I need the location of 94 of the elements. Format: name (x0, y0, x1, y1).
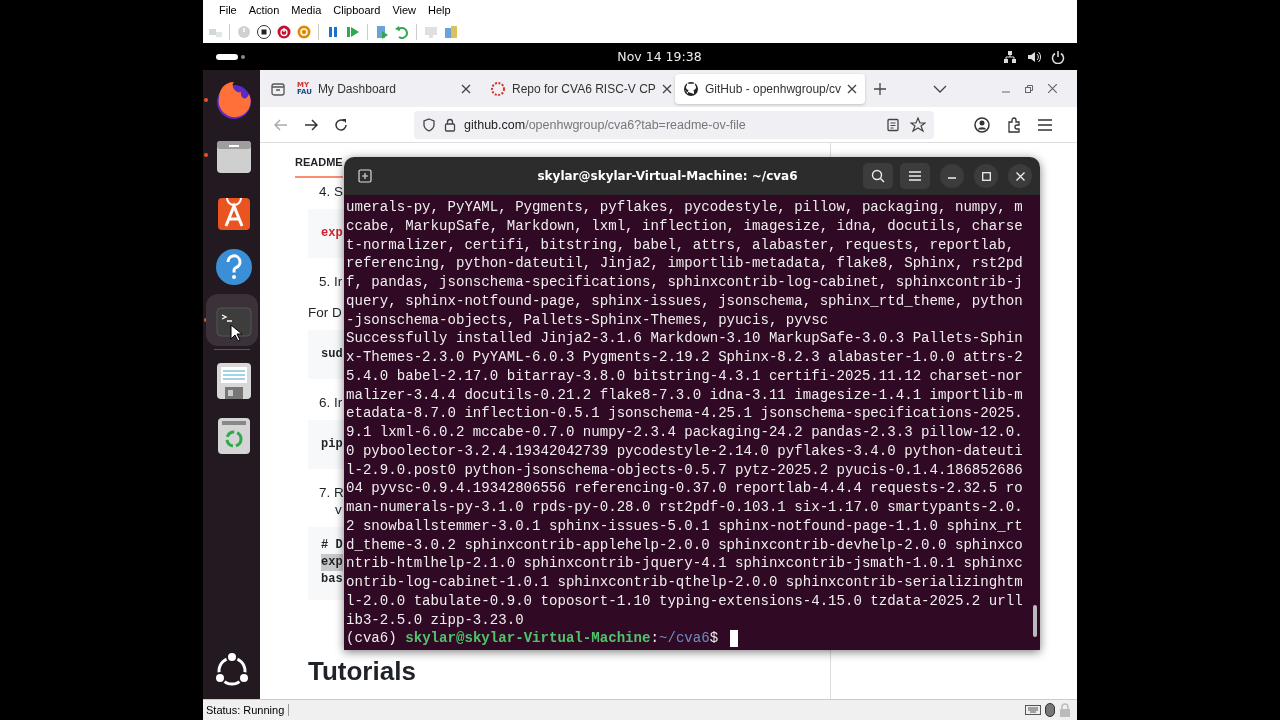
menu-item[interactable]: Action (242, 4, 286, 16)
terminal-line: ntrib-htmlhelp-2.1.0 sphinxcontrib-jquery-4.1 sphinxcontrib-jsmath-1.0.1 sphinxc (346, 554, 1023, 573)
terminal-line: l-2.0.0 tabulate-0.9.0 toposort-1.10 typing-extensions-4.15.0 tzdata-2025.2 urll (346, 591, 1023, 611)
menu-item[interactable]: Help (422, 4, 457, 16)
browser-tab[interactable]: Repo for CVA6 RISC-V CP (482, 73, 672, 104)
step-text: 6. Ir (319, 395, 343, 410)
code-line: sud (321, 346, 343, 363)
menu-button[interactable] (900, 163, 930, 189)
step-text: 4. S (319, 184, 343, 199)
tab-title: My Dashboard (317, 81, 397, 96)
menu-icon[interactable] (1038, 118, 1052, 131)
code-line: # D (321, 537, 343, 554)
readme-tab[interactable]: README (295, 156, 343, 178)
shield-icon (422, 117, 436, 132)
maximize-icon (981, 171, 991, 181)
url-text: github.com/openhwgroup/cva6?tab=readme-ov-file (464, 117, 747, 132)
stop-icon[interactable] (256, 23, 272, 40)
section-heading: Tutorials (308, 656, 416, 687)
maximize-button[interactable] (974, 164, 998, 188)
terminal-line: 04 pyvsc-0.9.4.19342806556 referencing-0.37.0 reportlab-4.4.4 requests-2.32.5 ro (346, 479, 1023, 498)
terminal-line: 5.4.0 babel-2.17.0 bitarray-3.8.0 bitstring-4.3.1 certifi-2025.11.12 charset-nor (346, 366, 1023, 386)
scrollbar[interactable] (1033, 605, 1037, 637)
terminal-line: d_theme-3.0.2 sphinxcontrib-applehelp-2.0.0 sphinxcontrib-devhelp-2.0.0 sphinxco (346, 535, 1023, 555)
volume-icon[interactable] (1027, 49, 1041, 64)
menu-item[interactable]: File (213, 4, 243, 16)
terminal-line: query, sphinx-notfound-page, sphinx-issues, jsonschema, sphinx_rtd_theme, python (346, 291, 1023, 311)
reload-icon[interactable] (334, 117, 348, 132)
terminal-prompt: (cva6) skylar@skylar-Virtual-Machine:~/cva6$ (346, 629, 720, 648)
search-button[interactable] (863, 163, 893, 189)
step-text: 5. Ir (319, 274, 343, 289)
menu-item[interactable]: View (386, 4, 423, 16)
network-icon[interactable] (1003, 49, 1017, 64)
terminal-line: 0 pyboolector-3.2.4.19342042739 pycodestyle-2.14.0 pyflakes-3.4.0 python-dateuti (346, 441, 1023, 461)
window-title: skylar@skylar-Virtual-Machine: ~/cva6 (536, 169, 799, 183)
code-line: bas (321, 571, 343, 588)
power-icon[interactable] (1051, 49, 1065, 64)
mouse-pointer-icon (229, 324, 242, 342)
extensions-icon[interactable] (1006, 116, 1022, 133)
text-cursor (730, 630, 738, 647)
terminal-line: t-normalizer, certifi, bitstring, babel, attrs, alabaster, requests, reportlab, (346, 235, 1015, 255)
tab-title: GitHub - openhwgroup/cv (705, 81, 842, 96)
terminal-line: ccabe, MarkupSafe, Markdown, lxml, inflection, imagesize, idna, docutils, charse (346, 216, 1023, 236)
close-icon[interactable] (461, 83, 471, 94)
restore-icon[interactable] (1025, 84, 1033, 93)
step-text: 7. R (319, 485, 344, 500)
chevron-down-icon[interactable] (933, 84, 947, 93)
terminal-line: x-Themes-2.3.0 PyYAML-6.0.3 Pygments-2.19.2 Sphinx-8.2.3 alabaster-1.0.0 attrs-2 (346, 348, 1023, 367)
close-icon (1015, 171, 1025, 181)
forward-arrow-icon[interactable] (304, 118, 318, 131)
code-line: pip (321, 436, 343, 453)
menu-item[interactable]: Clipboard (327, 4, 387, 16)
minimize-button[interactable] (940, 164, 964, 188)
terminal-line: 9.1 lxml-6.0.2 mccabe-0.7.0 numpy-2.3.4 packaging-24.2 pandas-2.3.3 pillow-12.0. (346, 423, 1023, 442)
save-state-icon[interactable] (296, 23, 312, 40)
tab-overview-icon[interactable] (270, 80, 286, 97)
paragraph-text: For D (308, 305, 342, 320)
checkpoint-icon[interactable] (374, 23, 390, 40)
menu-item[interactable]: Media (285, 4, 328, 16)
step-text: v (335, 502, 342, 517)
terminal-line: malizer-3.4.4 docutils-0.21.2 flake8-7.3.0 idna-3.11 imagesize-1.4.1 importlib-m (346, 385, 1023, 405)
new-tab-icon[interactable] (358, 169, 372, 183)
github-logo-icon (683, 80, 699, 97)
terminal-line: umerals-py, PyYAML, Pygments, pyflakes, pycodestyle, pillow, packaging, numpy, m (346, 198, 1023, 217)
terminal-line: 2 snowballstemmer-3.0.1 sphinx-issues-5.0.1 sphinx-notfound-page-1.1.0 sphinx_rt (346, 516, 1023, 536)
undo-icon[interactable] (394, 23, 410, 40)
address-bar[interactable]: github.com/openhwgroup/cva6?tab=readme-ov-file (414, 110, 934, 139)
code-line: exp (321, 225, 343, 242)
search-icon (871, 169, 885, 183)
reader-view-icon[interactable] (886, 117, 900, 132)
close-icon[interactable] (1048, 84, 1057, 93)
terminal-line: l-2.9.0.post0 python-jsonschema-objects-0.5.7 pytz-2025.2 pyucis-0.1.4.186852686 (346, 460, 1023, 480)
star-icon[interactable] (910, 116, 926, 133)
workspace-indicator-icon[interactable] (216, 52, 246, 61)
close-icon[interactable] (847, 83, 858, 94)
terminal-line: ontrib-log-cabinet-1.0.1 sphinxcontrib-qthelp-2.0.0 sphinxcontrib-serializinghtm (346, 573, 1023, 592)
terminal-line: etadata-8.7.0 inflection-0.5.1 jsonschema-4.25.1 jsonschema-specifications-2025. (346, 404, 1023, 423)
tab-title: Repo for CVA6 RISC-V CP (512, 81, 656, 96)
terminal-line: f, pandas, jsonschema-specifications, sphinxcontrib-log-cabinet, sphinxcontrib-j (346, 273, 1023, 292)
lock-icon (1059, 703, 1071, 717)
mouse-icon (1045, 703, 1055, 717)
menu-icon (909, 171, 921, 181)
terminal-line: man-numerals-py-3.1.0 rpds-py-0.28.0 rst2pdf-0.103.1 six-1.17.0 smartypants-2.0. (346, 498, 1023, 517)
lock-icon (444, 117, 456, 132)
terminal-line: ib3-2.5.0 zipp-3.23.0 (346, 610, 524, 630)
terminal-line: referencing, python-dateutil, Jinja2, importlib-metadata, flake8, Sphinx, rst2pd (346, 254, 1023, 273)
plus-icon[interactable] (874, 82, 886, 95)
browser-tab[interactable]: GitHub - openhwgroup/cv (675, 73, 865, 104)
account-icon[interactable] (974, 116, 990, 133)
terminal-line: -jsonschema-objects, Pallets-Sphinx-Themes, pyucis, pyvsc (346, 310, 829, 330)
terminal-line: Successfully installed Jinja2-3.1.6 Markdown-3.10 MarkupSafe-3.0.3 Pallets-Sphin (346, 329, 1023, 348)
loading-icon (490, 80, 506, 97)
close-icon[interactable] (661, 83, 672, 94)
close-button[interactable] (1008, 164, 1032, 188)
status-text: Status: Running (206, 704, 290, 716)
